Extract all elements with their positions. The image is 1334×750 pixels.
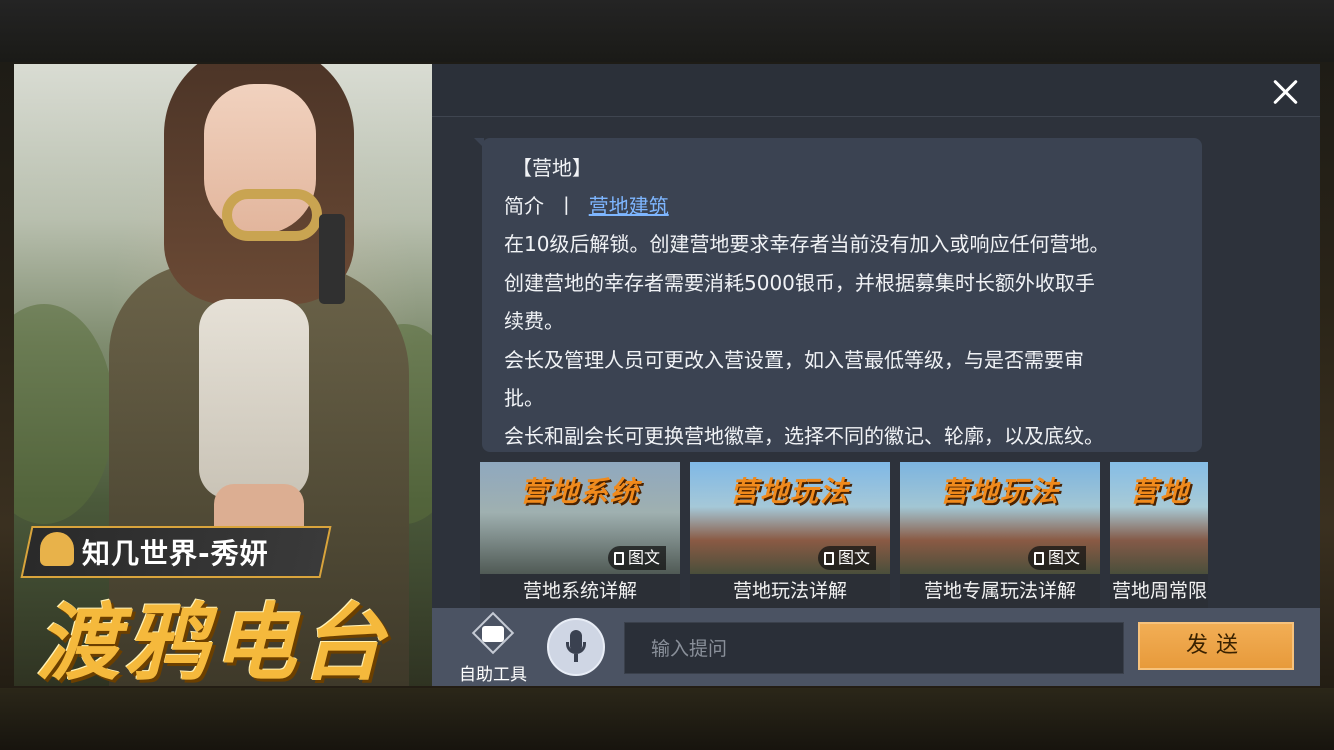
card-tag: 图文 — [608, 546, 667, 570]
article-card[interactable]: 营地系统 图文 营地系统详解 — [480, 462, 680, 608]
message-line: 会长和副会长可更换营地徽章，选择不同的徽记、轮廓，以及底纹。 — [504, 424, 1104, 448]
toolbox-icon — [482, 626, 504, 642]
message-line: 会长及管理人员可更改入营设置，如入营最低等级，与是否需要审 — [504, 348, 1084, 372]
card-tag: 图文 — [1028, 546, 1087, 570]
close-icon[interactable] — [1268, 74, 1304, 110]
message-line: 在10级后解锁。创建营地要求幸存者当前没有加入或响应任何营地。 — [504, 232, 1110, 256]
card-overlay-title: 营地玩法 — [939, 475, 1060, 508]
card-overlay-title: 营地系统 — [519, 475, 640, 508]
background-top — [0, 0, 1334, 62]
self-help-tools-label: 自助工具 — [459, 665, 527, 685]
card-label: 营地玩法详解 — [690, 574, 890, 608]
nav-separator: 丨 — [556, 194, 577, 218]
document-icon — [824, 552, 834, 565]
article-card[interactable]: 营地 营地周常限 — [1110, 462, 1208, 608]
message-line: 创建营地的幸存者需要消耗5000银币，并根据募集时长额外收取手 — [504, 271, 1095, 295]
message-line: 续费。 — [504, 309, 564, 333]
card-label: 营地系统详解 — [480, 574, 680, 608]
message-bubble: 【营地】 简介 丨 营地建筑 在10级后解锁。创建营地要求幸存者当前没有加入或响… — [482, 138, 1202, 452]
microphone-stand-icon — [566, 642, 586, 654]
background-bottom — [0, 688, 1334, 750]
character-art-panel: 知几世界-秀妍 渡鸦电台 — [14, 64, 432, 686]
article-card[interactable]: 营地玩法 图文 营地专属玩法详解 — [900, 462, 1100, 608]
microphone-button[interactable] — [547, 618, 605, 676]
article-card[interactable]: 营地玩法 图文 营地玩法详解 — [690, 462, 890, 608]
send-button[interactable]: 发送 — [1138, 622, 1294, 670]
chat-panel: 【营地】 简介 丨 营地建筑 在10级后解锁。创建营地要求幸存者当前没有加入或响… — [432, 64, 1320, 686]
nav-intro: 简介 — [504, 194, 544, 218]
headphone-icon — [222, 189, 322, 241]
tree-decoration — [14, 304, 114, 524]
question-input[interactable]: 输入提问 — [624, 622, 1124, 674]
document-icon — [614, 552, 624, 565]
message-heading: 【营地】 — [512, 156, 592, 180]
panel-header — [432, 64, 1320, 117]
self-help-tools-button[interactable]: 自助工具 — [450, 611, 536, 685]
card-label: 营地专属玩法详解 — [900, 574, 1100, 608]
card-tag: 图文 — [818, 546, 877, 570]
card-overlay-title: 营地玩法 — [729, 475, 850, 508]
card-overlay-title: 营地 — [1130, 475, 1191, 508]
microphone-base-icon — [574, 654, 578, 662]
character-shirt — [199, 299, 309, 499]
broadcaster-icon — [40, 532, 74, 566]
message-nav: 简介 丨 营地建筑 — [504, 190, 669, 219]
camp-building-link[interactable]: 营地建筑 — [589, 194, 669, 218]
message-line: 批。 — [504, 386, 544, 410]
article-card-list: 营地系统 图文 营地系统详解 营地玩法 图文 营地玩法详解 营地玩法 图文 营地… — [480, 462, 1208, 608]
character-name: 知几世界-秀妍 — [82, 537, 269, 570]
radio-title-logo: 渡鸦电台 — [36, 594, 389, 686]
walkie-talkie-icon — [319, 214, 345, 304]
input-bar: 自助工具 输入提问 发送 — [432, 608, 1320, 686]
card-label: 营地周常限 — [1110, 574, 1208, 608]
document-icon — [1034, 552, 1044, 565]
